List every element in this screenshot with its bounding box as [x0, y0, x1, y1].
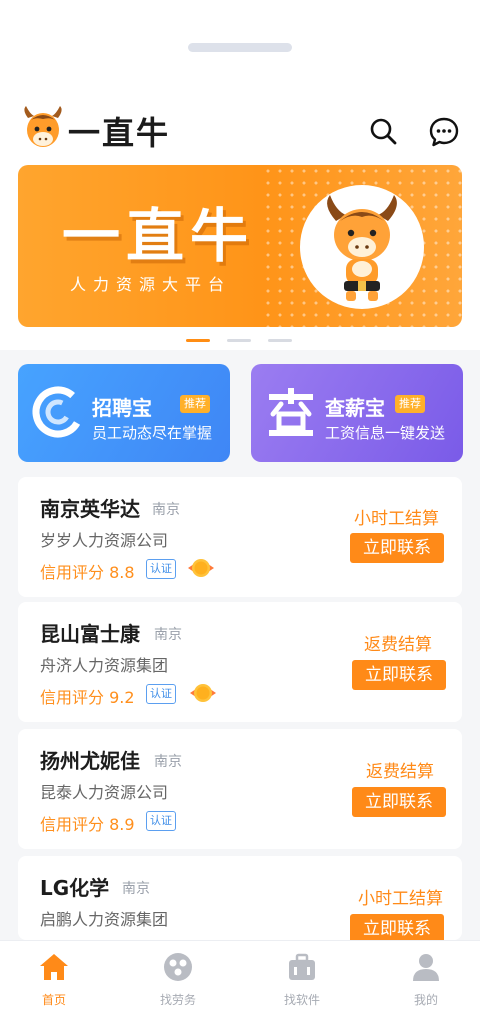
agency-name: 启鹏人力资源集团: [40, 910, 169, 929]
tab-find-labor[interactable]: 找劳务: [138, 951, 218, 1008]
mascot-image: [300, 185, 424, 309]
city-label: 南京: [154, 754, 182, 770]
recommend-badge: 推荐: [180, 395, 210, 413]
banner-carousel[interactable]: 一直牛 人力资源大平台: [18, 165, 462, 327]
promo-title: 查薪宝: [325, 396, 385, 420]
tab-find-software[interactable]: 找软件: [262, 951, 342, 1008]
agency-name: 舟济人力资源集团: [40, 656, 169, 675]
contact-button[interactable]: 立即联系: [350, 533, 444, 563]
city-label: 南京: [152, 502, 180, 518]
drag-handle[interactable]: [188, 43, 292, 52]
promo-title: 招聘宝: [92, 396, 152, 420]
promo-description: 工资信息一键发送: [325, 424, 446, 442]
credit-rating: 信用评分 8.8: [40, 563, 135, 582]
city-label: 南京: [154, 627, 182, 643]
bottom-tab-bar: 首页 找劳务 找软件 我的: [0, 940, 480, 1032]
bull-logo-icon: [24, 106, 62, 147]
carousel-dot[interactable]: [186, 339, 210, 342]
tab-label: 找劳务: [159, 993, 196, 1007]
promo-description: 员工动态尽在掌握: [92, 424, 213, 442]
company-name: LG化学: [40, 876, 110, 900]
message-icon[interactable]: [428, 116, 460, 148]
contact-button[interactable]: 立即联系: [352, 660, 446, 690]
pay-type: 返费结算: [364, 635, 432, 655]
banner-title: 一直牛: [62, 202, 255, 270]
vip-badge-icon: [190, 684, 216, 702]
carousel-indicators: [186, 339, 292, 342]
salary-card[interactable]: 查薪宝 推荐 工资信息一键发送: [251, 364, 463, 462]
company-name: 扬州尤妮佳: [40, 749, 140, 773]
recommend-badge: 推荐: [395, 395, 425, 413]
briefcase-icon: [289, 953, 315, 980]
cha-icon: [269, 388, 313, 436]
vip-badge-icon: [188, 559, 214, 577]
tab-label: 找软件: [283, 993, 320, 1007]
carousel-dot[interactable]: [227, 339, 251, 342]
pay-type: 小时工结算: [354, 509, 439, 529]
recruit-card[interactable]: 招聘宝 推荐 员工动态尽在掌握: [18, 364, 230, 462]
listing-card[interactable]: 南京英华达 南京 岁岁人力资源公司 信用评分 8.8 认证 小时工结算 立即联系: [18, 477, 462, 597]
pay-type: 小时工结算: [358, 889, 443, 909]
app-header: 一直牛: [0, 100, 480, 160]
c-logo-icon: [32, 386, 84, 438]
city-label: 南京: [122, 881, 150, 897]
tab-home[interactable]: 首页: [14, 951, 94, 1008]
tab-label: 首页: [41, 993, 66, 1007]
listing-card[interactable]: 扬州尤妮佳 南京 昆泰人力资源公司 信用评分 8.9 认证 返费结算 立即联系: [18, 729, 462, 849]
search-icon[interactable]: [368, 116, 398, 146]
credit-rating: 信用评分 8.9: [40, 815, 135, 834]
contact-button[interactable]: 立即联系: [352, 787, 446, 817]
labor-icon: [164, 953, 192, 981]
app-title: 一直牛: [68, 114, 171, 152]
tab-label: 我的: [413, 993, 438, 1007]
company-name: 南京英华达: [40, 497, 140, 521]
verified-badge: 认证: [146, 559, 176, 579]
company-name: 昆山富士康: [40, 622, 140, 646]
home-icon: [40, 954, 68, 980]
carousel-dot[interactable]: [268, 339, 292, 342]
user-icon: [413, 954, 439, 981]
agency-name: 岁岁人力资源公司: [40, 531, 169, 550]
listing-card[interactable]: LG化学 南京 启鹏人力资源集团 小时工结算 立即联系: [18, 856, 462, 944]
banner-subtitle: 人力资源大平台: [70, 275, 232, 294]
verified-badge: 认证: [146, 811, 176, 831]
pay-type: 返费结算: [366, 762, 434, 782]
agency-name: 昆泰人力资源公司: [40, 783, 169, 802]
tab-mine[interactable]: 我的: [386, 951, 466, 1008]
verified-badge: 认证: [146, 684, 176, 704]
credit-rating: 信用评分 9.2: [40, 688, 135, 707]
listing-card[interactable]: 昆山富士康 南京 舟济人力资源集团 信用评分 9.2 认证 返费结算 立即联系: [18, 602, 462, 722]
